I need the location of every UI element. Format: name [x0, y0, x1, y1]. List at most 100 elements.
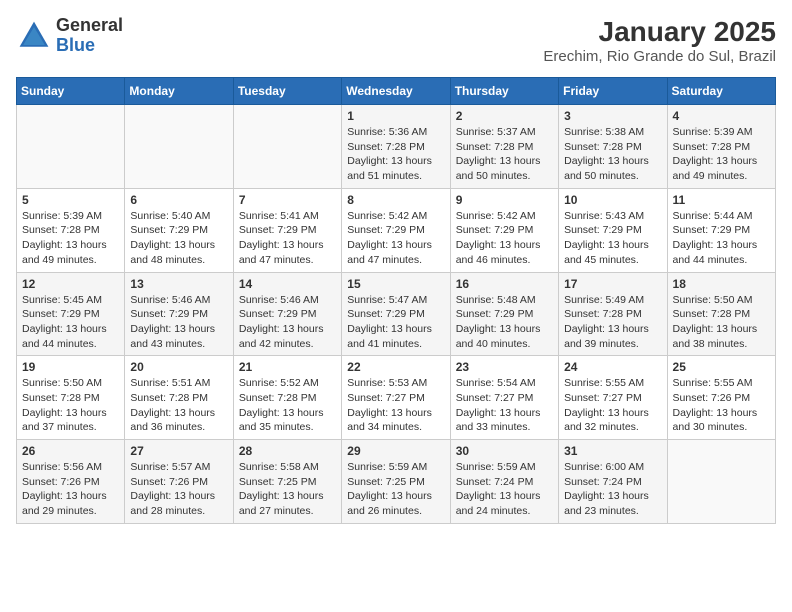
day-info: Sunrise: 5:42 AMSunset: 7:29 PMDaylight:… — [347, 209, 444, 268]
day-number: 10 — [564, 193, 661, 207]
day-number: 15 — [347, 277, 444, 291]
day-info: Sunrise: 5:47 AMSunset: 7:29 PMDaylight:… — [347, 293, 444, 352]
day-info: Sunrise: 5:44 AMSunset: 7:29 PMDaylight:… — [673, 209, 770, 268]
day-info: Sunrise: 5:54 AMSunset: 7:27 PMDaylight:… — [456, 376, 553, 435]
day-info: Sunrise: 5:37 AMSunset: 7:28 PMDaylight:… — [456, 125, 553, 184]
logo-blue: Blue — [56, 36, 123, 56]
day-info: Sunrise: 5:46 AMSunset: 7:29 PMDaylight:… — [239, 293, 336, 352]
day-info: Sunrise: 5:48 AMSunset: 7:29 PMDaylight:… — [456, 293, 553, 352]
day-number: 1 — [347, 109, 444, 123]
calendar-cell: 8 Sunrise: 5:42 AMSunset: 7:29 PMDaylight… — [342, 188, 450, 272]
calendar-cell: 25Sunrise: 5:55 AMSunset: 7:26 PMDayligh… — [667, 356, 775, 440]
calendar-cell: 19 Sunrise: 5:50 AMSunset: 7:28 PMDayligh… — [17, 356, 125, 440]
logo-general: General — [56, 16, 123, 36]
day-number: 13 — [130, 277, 227, 291]
day-info: Sunrise: 5:42 AMSunset: 7:29 PMDaylight:… — [456, 209, 553, 268]
calendar-cell — [233, 105, 341, 189]
calendar-cell — [17, 105, 125, 189]
day-number: 24 — [564, 360, 661, 374]
day-info: Sunrise: 5:36 AMSunset: 7:28 PMDaylight:… — [347, 125, 444, 184]
day-info: Sunrise: 5:50 AMSunset: 7:28 PMDaylight:… — [22, 376, 119, 435]
calendar-cell — [667, 440, 775, 524]
day-number: 17 — [564, 277, 661, 291]
calendar-week-row: 26 Sunrise: 5:56 AMSunset: 7:26 PMDayligh… — [17, 440, 776, 524]
day-info: Sunrise: 5:57 AMSunset: 7:26 PMDaylight:… — [130, 460, 227, 519]
calendar-cell: 4Sunrise: 5:39 AMSunset: 7:28 PMDaylight… — [667, 105, 775, 189]
calendar-cell: 20Sunrise: 5:51 AMSunset: 7:28 PMDayligh… — [125, 356, 233, 440]
day-info: Sunrise: 5:39 AMSunset: 7:28 PMDaylight:… — [673, 125, 770, 184]
calendar-cell: 16Sunrise: 5:48 AMSunset: 7:29 PMDayligh… — [450, 272, 558, 356]
calendar-cell: 23 Sunrise: 5:54 AMSunset: 7:27 PMDayligh… — [450, 356, 558, 440]
calendar-cell — [125, 105, 233, 189]
calendar-cell: 12 Sunrise: 5:45 AMSunset: 7:29 PMDayligh… — [17, 272, 125, 356]
day-number: 2 — [456, 109, 553, 123]
title-block: January 2025 Erechim, Rio Grande do Sul,… — [543, 16, 776, 65]
day-number: 19 — [22, 360, 119, 374]
day-number: 7 — [239, 193, 336, 207]
calendar-cell: 29Sunrise: 5:59 AMSunset: 7:25 PMDayligh… — [342, 440, 450, 524]
day-number: 11 — [673, 193, 770, 207]
day-number: 8 — [347, 193, 444, 207]
calendar-cell: 9 Sunrise: 5:42 AMSunset: 7:29 PMDaylight… — [450, 188, 558, 272]
calendar-cell: 6 Sunrise: 5:40 AMSunset: 7:29 PMDaylight… — [125, 188, 233, 272]
day-number: 31 — [564, 444, 661, 458]
calendar-cell: 11 Sunrise: 5:44 AMSunset: 7:29 PMDayligh… — [667, 188, 775, 272]
day-info: Sunrise: 5:56 AMSunset: 7:26 PMDaylight:… — [22, 460, 119, 519]
calendar-cell: 21Sunrise: 5:52 AMSunset: 7:28 PMDayligh… — [233, 356, 341, 440]
calendar-cell: 2 Sunrise: 5:37 AMSunset: 7:28 PMDaylight… — [450, 105, 558, 189]
weekday-header: Sunday — [17, 78, 125, 105]
calendar-cell: 27 Sunrise: 5:57 AMSunset: 7:26 PMDayligh… — [125, 440, 233, 524]
day-info: Sunrise: 5:39 AMSunset: 7:28 PMDaylight:… — [22, 209, 119, 268]
logo: General Blue — [16, 16, 123, 56]
calendar-title: January 2025 — [543, 16, 776, 48]
calendar-table: SundayMondayTuesdayWednesdayThursdayFrid… — [16, 77, 776, 524]
calendar-cell: 14 Sunrise: 5:46 AMSunset: 7:29 PMDayligh… — [233, 272, 341, 356]
day-info: Sunrise: 5:45 AMSunset: 7:29 PMDaylight:… — [22, 293, 119, 352]
day-number: 20 — [130, 360, 227, 374]
day-info: Sunrise: 5:59 AMSunset: 7:25 PMDaylight:… — [347, 460, 444, 519]
day-info: Sunrise: 5:38 AMSunset: 7:28 PMDaylight:… — [564, 125, 661, 184]
day-number: 6 — [130, 193, 227, 207]
calendar-cell: 17 Sunrise: 5:49 AMSunset: 7:28 PMDayligh… — [559, 272, 667, 356]
calendar-week-row: 5 Sunrise: 5:39 AMSunset: 7:28 PMDaylight… — [17, 188, 776, 272]
calendar-subtitle: Erechim, Rio Grande do Sul, Brazil — [543, 48, 776, 65]
day-number: 9 — [456, 193, 553, 207]
day-info: Sunrise: 5:59 AMSunset: 7:24 PMDaylight:… — [456, 460, 553, 519]
day-number: 12 — [22, 277, 119, 291]
day-number: 14 — [239, 277, 336, 291]
calendar-cell: 31 Sunrise: 6:00 AMSunset: 7:24 PMDayligh… — [559, 440, 667, 524]
day-info: Sunrise: 5:50 AMSunset: 7:28 PMDaylight:… — [673, 293, 770, 352]
day-number: 21 — [239, 360, 336, 374]
day-number: 5 — [22, 193, 119, 207]
day-number: 30 — [456, 444, 553, 458]
calendar-cell: 28 Sunrise: 5:58 AMSunset: 7:25 PMDayligh… — [233, 440, 341, 524]
day-number: 23 — [456, 360, 553, 374]
calendar-cell: 26 Sunrise: 5:56 AMSunset: 7:26 PMDayligh… — [17, 440, 125, 524]
weekday-header: Thursday — [450, 78, 558, 105]
day-info: Sunrise: 5:40 AMSunset: 7:29 PMDaylight:… — [130, 209, 227, 268]
calendar-cell: 7Sunrise: 5:41 AMSunset: 7:29 PMDaylight… — [233, 188, 341, 272]
weekday-header: Wednesday — [342, 78, 450, 105]
day-info: Sunrise: 5:53 AMSunset: 7:27 PMDaylight:… — [347, 376, 444, 435]
day-number: 27 — [130, 444, 227, 458]
weekday-header: Monday — [125, 78, 233, 105]
calendar-cell: 18 Sunrise: 5:50 AMSunset: 7:28 PMDayligh… — [667, 272, 775, 356]
day-number: 26 — [22, 444, 119, 458]
calendar-week-row: 12 Sunrise: 5:45 AMSunset: 7:29 PMDayligh… — [17, 272, 776, 356]
day-info: Sunrise: 5:55 AMSunset: 7:27 PMDaylight:… — [564, 376, 661, 435]
calendar-week-row: 1 Sunrise: 5:36 AMSunset: 7:28 PMDaylight… — [17, 105, 776, 189]
day-info: Sunrise: 5:55 AMSunset: 7:26 PMDaylight:… — [673, 376, 770, 435]
day-info: Sunrise: 5:58 AMSunset: 7:25 PMDaylight:… — [239, 460, 336, 519]
calendar-cell: 30 Sunrise: 5:59 AMSunset: 7:24 PMDayligh… — [450, 440, 558, 524]
calendar-week-row: 19 Sunrise: 5:50 AMSunset: 7:28 PMDayligh… — [17, 356, 776, 440]
day-info: Sunrise: 5:43 AMSunset: 7:29 PMDaylight:… — [564, 209, 661, 268]
day-number: 28 — [239, 444, 336, 458]
day-info: Sunrise: 5:49 AMSunset: 7:28 PMDaylight:… — [564, 293, 661, 352]
page-header: General Blue January 2025 Erechim, Rio G… — [16, 16, 776, 65]
day-number: 18 — [673, 277, 770, 291]
weekday-header: Saturday — [667, 78, 775, 105]
calendar-cell: 5 Sunrise: 5:39 AMSunset: 7:28 PMDaylight… — [17, 188, 125, 272]
weekday-header: Tuesday — [233, 78, 341, 105]
day-info: Sunrise: 6:00 AMSunset: 7:24 PMDaylight:… — [564, 460, 661, 519]
calendar-cell: 3Sunrise: 5:38 AMSunset: 7:28 PMDaylight… — [559, 105, 667, 189]
